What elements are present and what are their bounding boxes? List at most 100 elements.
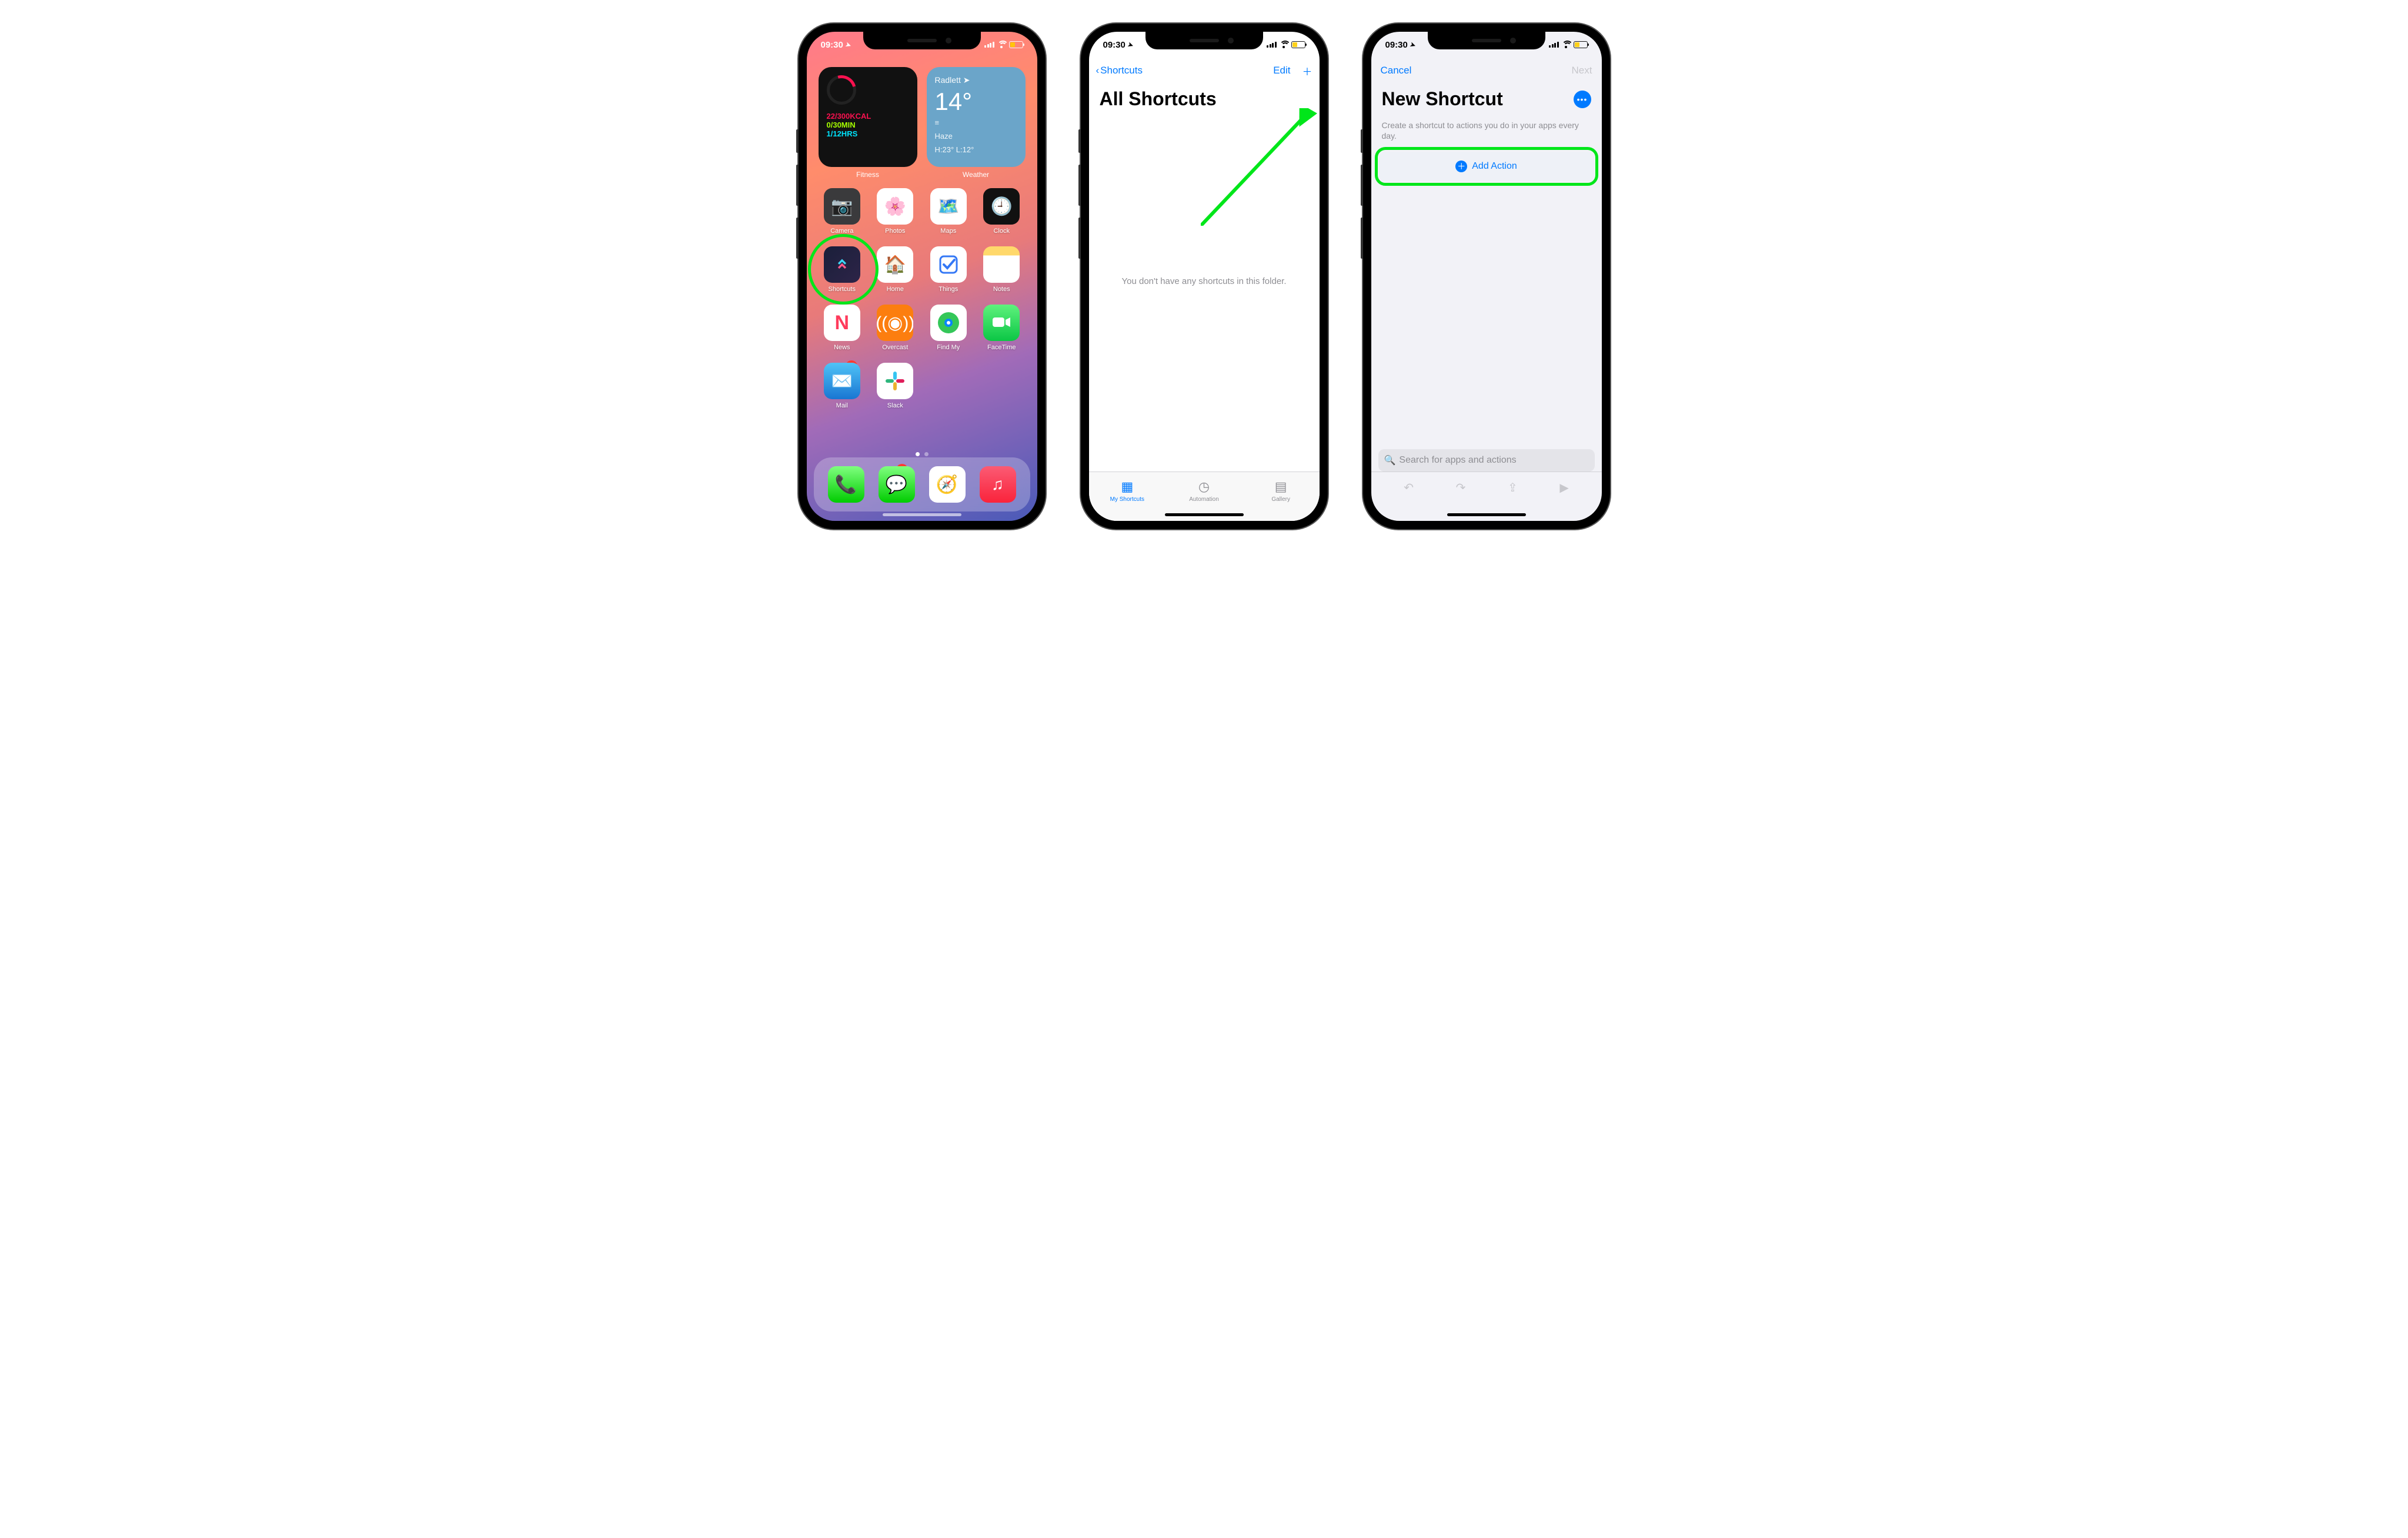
app-findmy[interactable]: Find My: [926, 305, 971, 351]
shortcuts-icon: [824, 246, 860, 283]
cancel-button[interactable]: Cancel: [1381, 65, 1412, 76]
app-home[interactable]: 🏠Home: [873, 246, 918, 293]
nav-bar: ‹Shortcuts Edit ＋: [1089, 58, 1320, 83]
next-button[interactable]: Next: [1572, 65, 1592, 76]
weather-temp: 14°: [935, 88, 1017, 116]
undo-button[interactable]: ↶: [1404, 480, 1414, 495]
activity-rings-icon: [827, 75, 856, 105]
fitness-exercise: 0/30MIN: [827, 121, 909, 129]
description: Create a shortcut to actions you do in y…: [1382, 120, 1591, 141]
status-time: 09:30: [1103, 40, 1125, 50]
redo-button[interactable]: ↷: [1456, 480, 1466, 495]
fitness-label: Fitness: [819, 170, 917, 179]
things-icon: [930, 246, 967, 283]
clock-icon: ◷: [1198, 479, 1210, 494]
wifi-icon: [997, 42, 1006, 48]
slack-icon: [877, 363, 913, 399]
notch: [1145, 32, 1263, 49]
app-facetime[interactable]: FaceTime: [979, 305, 1024, 351]
stack-icon: ▤: [1275, 479, 1287, 494]
signal-icon: [984, 42, 994, 48]
app-photos[interactable]: 🌸Photos: [873, 188, 918, 235]
app-things[interactable]: Things: [926, 246, 971, 293]
photos-icon: 🌸: [877, 188, 913, 225]
home-indicator[interactable]: [1447, 513, 1526, 516]
wifi-icon: [1562, 42, 1571, 48]
back-button[interactable]: ‹Shortcuts: [1096, 65, 1143, 76]
app-shortcuts[interactable]: Shortcuts: [820, 246, 865, 293]
safari-icon: 🧭: [929, 466, 966, 503]
battery-icon: [1291, 41, 1305, 48]
page-title: New Shortcut: [1382, 88, 1503, 110]
home-indicator[interactable]: [1165, 513, 1244, 516]
app-news[interactable]: NNews: [820, 305, 865, 351]
messages-icon: 💬: [879, 466, 915, 503]
clock-icon: 🕘: [983, 188, 1020, 225]
status-time: 09:30: [1385, 40, 1408, 50]
highlight-arrow: [1201, 108, 1318, 226]
dock-phone[interactable]: 📞: [828, 466, 864, 503]
grid-icon: ▦: [1121, 479, 1133, 494]
fitness-widget[interactable]: 22/300KCAL 0/30MIN 1/12HRS: [819, 67, 917, 167]
wifi-icon: [1280, 42, 1288, 48]
mail-icon: ✉️: [824, 363, 860, 399]
add-action-button[interactable]: ＋ Add Action: [1378, 152, 1595, 181]
app-overcast[interactable]: ((◉))Overcast: [873, 305, 918, 351]
weather-widget[interactable]: Radlett ➤ 14° ≡ Haze H:23° L:12°: [927, 67, 1026, 167]
phone-new-shortcut: 09:30➤ Cancel Next New Shortcut ••• Crea…: [1363, 24, 1610, 529]
weather-condition: Haze: [935, 132, 1017, 141]
news-icon: N: [824, 305, 860, 341]
page-dots[interactable]: [807, 452, 1037, 456]
search-placeholder: Search for apps and actions: [1399, 455, 1516, 466]
notch: [863, 32, 981, 49]
notch: [1428, 32, 1545, 49]
tab-my-shortcuts[interactable]: ▦My Shortcuts: [1089, 472, 1166, 509]
empty-state: You don't have any shortcuts in this fol…: [1089, 276, 1320, 286]
dock-music[interactable]: ♫: [980, 466, 1016, 503]
battery-icon: [1574, 41, 1588, 48]
location-icon: ➤: [1409, 40, 1417, 49]
nav-bar: Cancel Next: [1371, 58, 1602, 83]
app-clock[interactable]: 🕘Clock: [979, 188, 1024, 235]
phone-home: 09:30➤ 22/300KCAL 0/30MIN 1/12HRS Radlet…: [799, 24, 1046, 529]
search-icon: 🔍: [1384, 454, 1396, 466]
tab-gallery[interactable]: ▤Gallery: [1243, 472, 1320, 509]
haze-icon: ≡: [935, 118, 1017, 127]
signal-icon: [1549, 42, 1559, 48]
location-icon: ➤: [1127, 40, 1134, 49]
battery-icon: [1009, 41, 1023, 48]
findmy-icon: [930, 305, 967, 341]
tab-automation[interactable]: ◷Automation: [1165, 472, 1243, 509]
share-button[interactable]: ⇪: [1508, 480, 1518, 495]
app-mail[interactable]: 5✉️Mail: [820, 363, 865, 409]
chevron-left-icon: ‹: [1096, 65, 1100, 76]
plus-circle-icon: ＋: [1455, 161, 1467, 172]
edit-button[interactable]: Edit: [1273, 65, 1290, 76]
notes-icon: [983, 246, 1020, 283]
app-camera[interactable]: 📷Camera: [820, 188, 865, 235]
search-field[interactable]: 🔍 Search for apps and actions: [1378, 449, 1595, 472]
app-notes[interactable]: Notes: [979, 246, 1024, 293]
maps-icon: 🗺️: [930, 188, 967, 225]
dock: 📞 5💬 🧭 ♫: [814, 457, 1030, 511]
weather-label: Weather: [927, 170, 1026, 179]
weather-location: Radlett ➤: [935, 75, 1017, 85]
status-time: 09:30: [821, 40, 843, 50]
dock-messages[interactable]: 5💬: [879, 466, 915, 503]
app-slack[interactable]: Slack: [873, 363, 918, 409]
home-icon: 🏠: [877, 246, 913, 283]
new-shortcut-button[interactable]: ＋: [1302, 63, 1312, 78]
play-button[interactable]: ▶: [1559, 480, 1568, 495]
signal-icon: [1267, 42, 1277, 48]
app-maps[interactable]: 🗺️Maps: [926, 188, 971, 235]
fitness-move: 22/300KCAL: [827, 112, 909, 121]
more-button[interactable]: •••: [1574, 91, 1591, 108]
location-icon: ➤: [844, 40, 852, 49]
facetime-icon: [983, 305, 1020, 341]
home-indicator[interactable]: [883, 513, 961, 516]
weather-hilo: H:23° L:12°: [935, 145, 1017, 154]
dock-safari[interactable]: 🧭: [929, 466, 966, 503]
phone-icon: 📞: [828, 466, 864, 503]
phone-all-shortcuts: 09:30➤ ‹Shortcuts Edit ＋ All Shortcuts Y…: [1081, 24, 1328, 529]
overcast-icon: ((◉)): [877, 305, 913, 341]
